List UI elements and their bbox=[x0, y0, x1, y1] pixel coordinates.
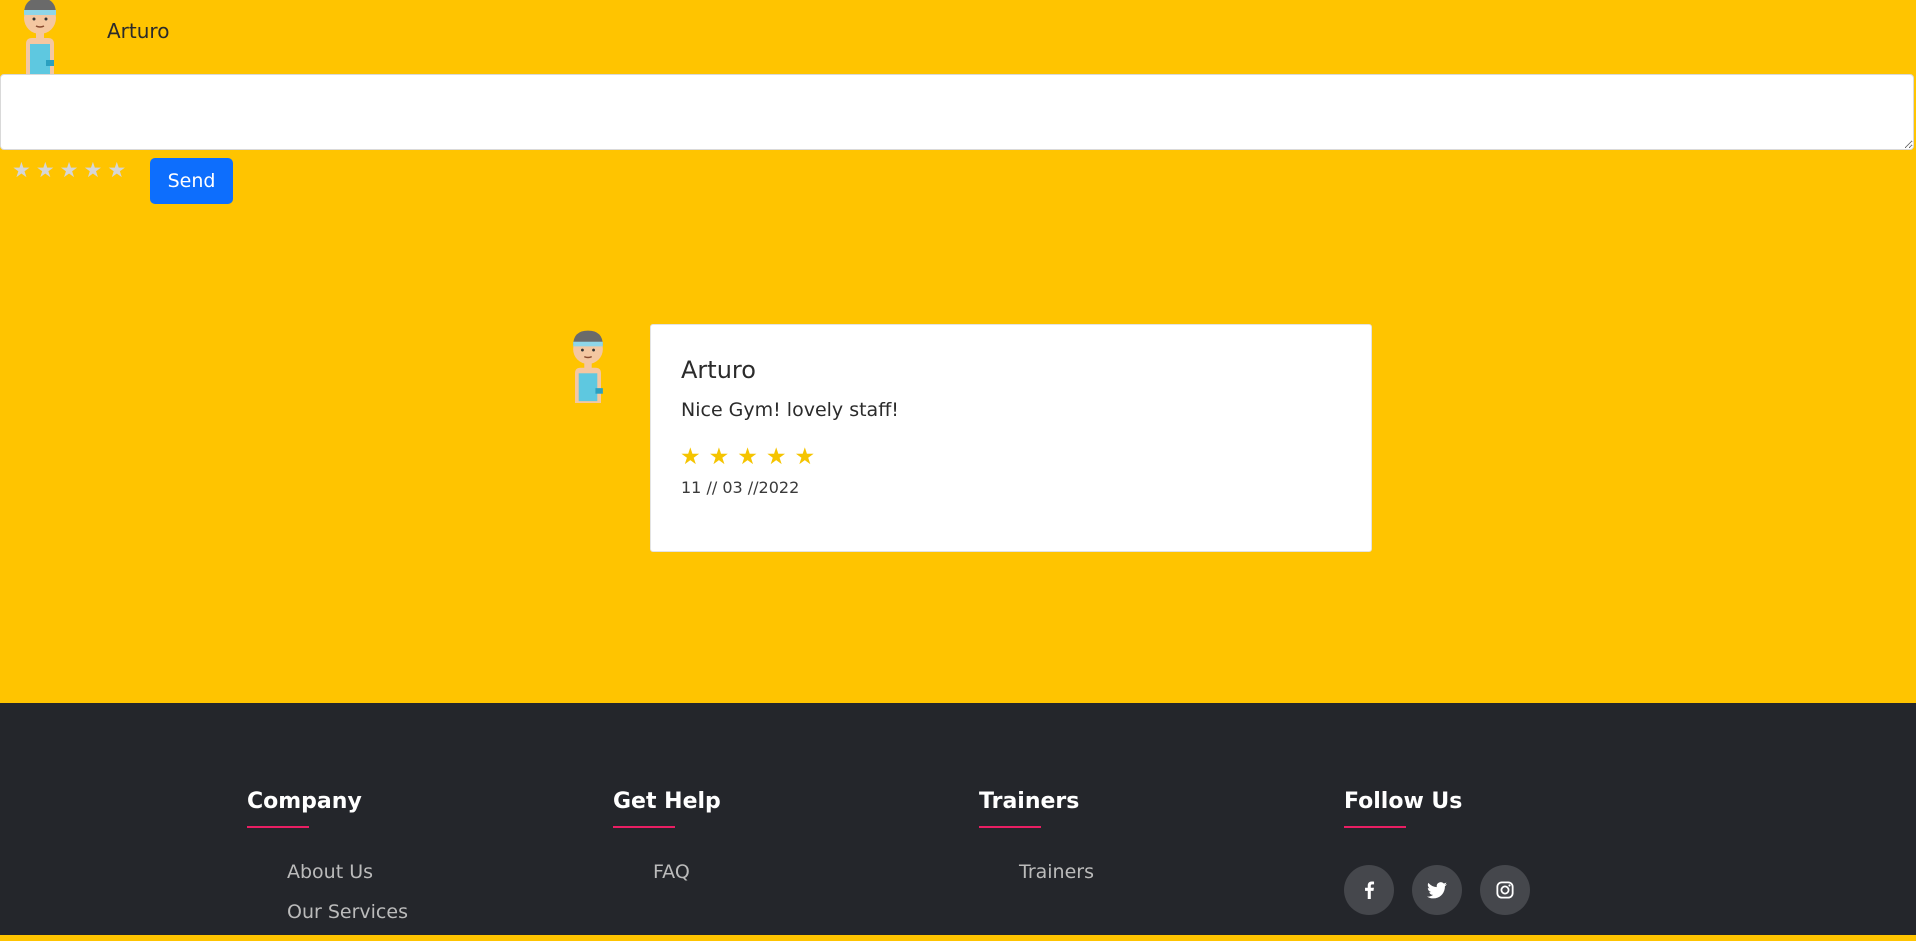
user-avatar bbox=[12, 0, 68, 74]
footer-company-title: Company bbox=[247, 789, 362, 814]
heading-underline bbox=[979, 826, 1041, 828]
footer-help-links: FAQ bbox=[653, 861, 690, 901]
footer-help-column: Get Help FAQ bbox=[613, 789, 721, 883]
heading-underline bbox=[613, 826, 675, 828]
footer-link-trainers[interactable]: Trainers bbox=[1019, 861, 1094, 883]
facebook-button[interactable] bbox=[1344, 865, 1394, 915]
footer-trainers-heading: Trainers bbox=[979, 789, 1079, 828]
comment-textarea[interactable] bbox=[0, 74, 1914, 150]
send-button[interactable]: Send bbox=[150, 158, 233, 204]
footer-link-our-services[interactable]: Our Services bbox=[287, 901, 408, 923]
rating-star-3[interactable]: ★ bbox=[60, 159, 79, 181]
review-star-icon: ★ bbox=[680, 444, 701, 470]
review-text: Nice Gym! lovely staff! bbox=[681, 399, 899, 421]
footer-company-column: Company About Us Our Services bbox=[247, 789, 408, 923]
rating-star-4[interactable]: ★ bbox=[83, 159, 102, 181]
rating-input: ★ ★ ★ ★ ★ bbox=[12, 159, 126, 181]
rating-star-1[interactable]: ★ bbox=[12, 159, 31, 181]
footer-company-heading: Company bbox=[247, 789, 362, 828]
footer-link-faq[interactable]: FAQ bbox=[653, 861, 690, 883]
instagram-icon bbox=[1496, 881, 1514, 899]
twitter-icon bbox=[1427, 881, 1447, 898]
review-rating: ★ ★ ★ ★ ★ bbox=[680, 445, 815, 469]
review-star-icon: ★ bbox=[765, 444, 787, 470]
footer-follow-title: Follow Us bbox=[1344, 789, 1463, 814]
review-star-icon: ★ bbox=[737, 444, 758, 470]
footer-trainers-links: Trainers bbox=[1019, 861, 1094, 901]
instagram-button[interactable] bbox=[1480, 865, 1530, 915]
review-avatar bbox=[562, 322, 614, 406]
footer-link-about-us[interactable]: About Us bbox=[287, 861, 408, 883]
rating-star-2[interactable]: ★ bbox=[36, 159, 55, 181]
heading-underline bbox=[1344, 826, 1406, 828]
facebook-icon bbox=[1365, 881, 1375, 899]
footer-company-links: About Us Our Services bbox=[287, 861, 408, 941]
footer-trainers-column: Trainers Trainers bbox=[979, 789, 1094, 883]
review-section: Arturo ★ ★ ★ ★ ★ Send Arturo Nice Gym! l… bbox=[0, 0, 1916, 703]
twitter-button[interactable] bbox=[1412, 865, 1462, 915]
footer-follow-column: Follow Us bbox=[1344, 789, 1530, 915]
review-star-icon: ★ bbox=[794, 444, 816, 470]
footer-help-title: Get Help bbox=[613, 789, 721, 814]
review-author: Arturo bbox=[681, 356, 756, 384]
footer-follow-heading: Follow Us bbox=[1344, 789, 1462, 828]
footer: Company About Us Our Services Get Help F… bbox=[0, 703, 1916, 935]
review-card: Arturo Nice Gym! lovely staff! ★ ★ ★ ★ ★… bbox=[650, 324, 1372, 552]
composer-user-name: Arturo bbox=[107, 19, 170, 43]
rating-star-5[interactable]: ★ bbox=[107, 159, 126, 181]
footer-trainers-title: Trainers bbox=[979, 789, 1080, 814]
review-star-icon: ★ bbox=[708, 444, 730, 470]
heading-underline bbox=[247, 826, 309, 828]
review-date: 11 // 03 //2022 bbox=[681, 478, 800, 497]
footer-help-heading: Get Help bbox=[613, 789, 721, 828]
social-links bbox=[1344, 865, 1530, 915]
